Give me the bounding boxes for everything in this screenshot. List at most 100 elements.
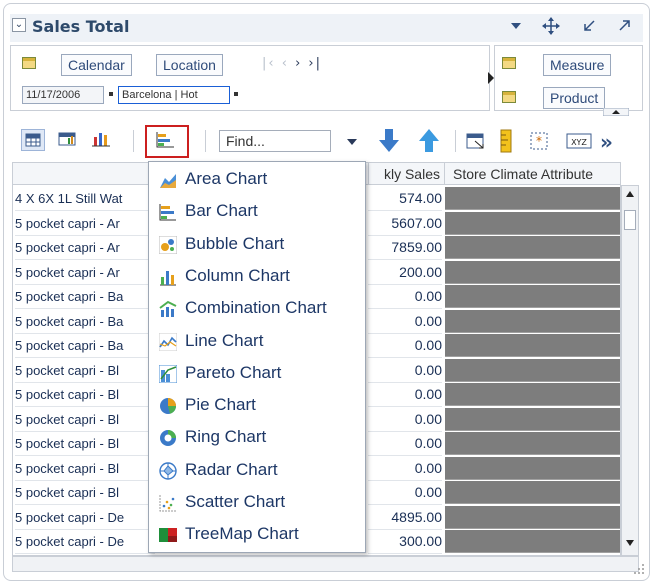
measure-dimension[interactable]: Measure — [543, 54, 612, 76]
menu-item-column-chart[interactable]: Column Chart — [149, 261, 365, 293]
location-dimension[interactable]: Location — [156, 54, 223, 76]
menu-item-bar-chart[interactable]: Bar Chart — [149, 196, 365, 228]
store-climate-cell[interactable] — [445, 383, 620, 406]
product-name-cell[interactable]: 5 pocket capri - Ar — [15, 236, 155, 260]
horizontal-scrollbar[interactable] — [12, 556, 639, 572]
first-page-icon[interactable]: |‹ — [262, 56, 276, 71]
store-climate-cell[interactable] — [445, 407, 620, 431]
export-icon[interactable] — [465, 131, 487, 151]
weekly-sales-cell[interactable]: 300.00 — [368, 530, 442, 554]
find-previous-icon[interactable] — [416, 127, 442, 155]
column-chart-icon — [160, 270, 176, 286]
scroll-up-icon[interactable] — [624, 188, 636, 200]
menu-item-pie-chart[interactable]: Pie Chart — [149, 390, 365, 422]
menu-item-label: Scatter Chart — [185, 492, 286, 511]
store-climate-cell[interactable] — [445, 236, 620, 259]
product-name-cell[interactable]: 5 pocket capri - Ar — [15, 261, 155, 285]
weekly-sales-cell[interactable]: 0.00 — [368, 481, 442, 505]
product-name-cell[interactable]: 5 pocket capri - De — [15, 530, 155, 554]
last-page-icon[interactable]: ›| — [308, 56, 322, 71]
store-climate-cell[interactable] — [445, 334, 620, 357]
weekly-sales-cell[interactable]: 200.00 — [368, 261, 442, 285]
menu-item-area-chart[interactable]: Area Chart — [149, 164, 365, 196]
weekly-sales-cell[interactable]: 0.00 — [368, 310, 442, 334]
xyz-icon[interactable]: XYZ — [566, 131, 592, 151]
product-name-cell[interactable]: 5 pocket capri - Bl — [15, 432, 155, 456]
weekly-sales-cell[interactable]: 0.00 — [368, 408, 442, 432]
weekly-sales-cell[interactable]: 0.00 — [368, 432, 442, 456]
grid-icon — [502, 91, 516, 103]
dropdown-arrow-icon[interactable] — [510, 21, 522, 31]
menu-item-bubble-chart[interactable]: Bubble Chart — [149, 229, 365, 261]
store-climate-cell[interactable] — [445, 260, 620, 284]
menu-item-treemap-chart[interactable]: TreeMap Chart — [149, 519, 365, 551]
product-name-cell[interactable]: 5 pocket capri - Ba — [15, 285, 155, 309]
menu-item-combination-chart[interactable]: Combination Chart — [149, 293, 365, 325]
expand-arrow-icon[interactable] — [488, 72, 494, 84]
product-name-cell[interactable]: 5 pocket capri - Bl — [15, 383, 155, 407]
toolbar-overflow[interactable]: » — [600, 130, 613, 154]
weekly-sales-cell[interactable]: 574.00 — [368, 187, 442, 211]
store-climate-cell[interactable] — [445, 187, 620, 210]
product-name-cell[interactable]: 5 pocket capri - Bl — [15, 457, 155, 481]
collapse-toggle[interactable]: ⌄ — [12, 18, 26, 32]
chart-view-icon — [92, 133, 110, 147]
weekly-sales-cell[interactable]: 5607.00 — [368, 212, 442, 236]
menu-item-ring-chart[interactable]: Ring Chart — [149, 422, 365, 454]
next-page-icon[interactable]: › — [295, 56, 302, 71]
find-next-icon[interactable] — [376, 127, 402, 155]
menu-item-label: Column Chart — [185, 265, 290, 285]
product-name-cell[interactable]: 5 pocket capri - Ar — [15, 212, 155, 236]
product-name-cell[interactable]: 5 pocket capri - Bl — [15, 359, 155, 383]
find-dropdown-icon[interactable] — [346, 138, 358, 146]
store-climate-cell[interactable] — [445, 211, 620, 235]
store-climate-header[interactable]: Store Climate Attribute — [444, 163, 620, 185]
store-climate-cell[interactable] — [445, 505, 620, 529]
table-view-button[interactable] — [21, 129, 45, 151]
product-name-cell[interactable]: 5 pocket capri - Bl — [15, 408, 155, 432]
weekly-sales-cell[interactable]: 0.00 — [368, 285, 442, 309]
menu-item-scatter-chart[interactable]: Scatter Chart — [149, 487, 365, 519]
product-name-cell[interactable]: 5 pocket capri - Ba — [15, 334, 155, 358]
product-name-cell[interactable]: 5 pocket capri - De — [15, 506, 155, 530]
scroll-thumb[interactable] — [624, 210, 636, 230]
store-climate-cell[interactable] — [445, 481, 620, 504]
store-climate-cell[interactable] — [445, 285, 620, 308]
store-climate-cell[interactable] — [445, 358, 620, 382]
page-item-location[interactable]: Barcelona | Hot — [118, 86, 230, 104]
menu-item-pareto-chart[interactable]: Pareto Chart — [149, 358, 365, 390]
menu-item-radar-chart[interactable]: Radar Chart — [149, 455, 365, 487]
weekly-sales-cell[interactable]: 0.00 — [368, 383, 442, 407]
store-climate-cell[interactable] — [445, 309, 620, 333]
store-climate-cell[interactable] — [445, 530, 620, 553]
vertical-scrollbar[interactable] — [621, 185, 639, 556]
sort-icon[interactable]: * — [527, 129, 551, 153]
weekly-sales-cell[interactable]: 0.00 — [368, 334, 442, 358]
maximize-icon[interactable] — [618, 18, 632, 32]
menu-item-label: Bubble Chart — [185, 233, 285, 253]
table-chart-view-button[interactable] — [56, 129, 80, 151]
product-name-cell[interactable]: 5 pocket capri - Ba — [15, 310, 155, 334]
minimize-icon[interactable] — [582, 19, 596, 33]
move-icon[interactable] — [542, 17, 560, 35]
weekly-sales-header[interactable]: kly Sales — [368, 163, 444, 185]
menu-item-line-chart[interactable]: Line Chart — [149, 326, 365, 358]
chart-view-button[interactable] — [90, 129, 114, 151]
product-dimension[interactable]: Product — [543, 87, 606, 109]
page-item-date[interactable]: 11/17/2006 — [22, 86, 104, 104]
previous-page-icon[interactable]: ‹ — [282, 56, 289, 71]
scroll-down-icon[interactable] — [624, 537, 636, 549]
store-climate-cell[interactable] — [445, 456, 620, 480]
store-climate-cell[interactable] — [445, 432, 620, 455]
weekly-sales-cell[interactable]: 7859.00 — [368, 236, 442, 260]
weekly-sales-cell[interactable]: 4895.00 — [368, 506, 442, 530]
product-name-cell[interactable]: 4 X 6X 1L Still Wat — [15, 187, 155, 211]
ruler-icon[interactable] — [498, 129, 514, 153]
find-input[interactable]: Find... — [219, 130, 331, 152]
resize-grip-icon[interactable] — [632, 562, 646, 576]
weekly-sales-cell[interactable]: 0.00 — [368, 359, 442, 383]
collapse-edge-icon[interactable] — [603, 108, 629, 116]
calendar-dimension[interactable]: Calendar — [61, 54, 132, 76]
weekly-sales-cell[interactable]: 0.00 — [368, 457, 442, 481]
product-name-cell[interactable]: 5 pocket capri - Bl — [15, 481, 155, 505]
